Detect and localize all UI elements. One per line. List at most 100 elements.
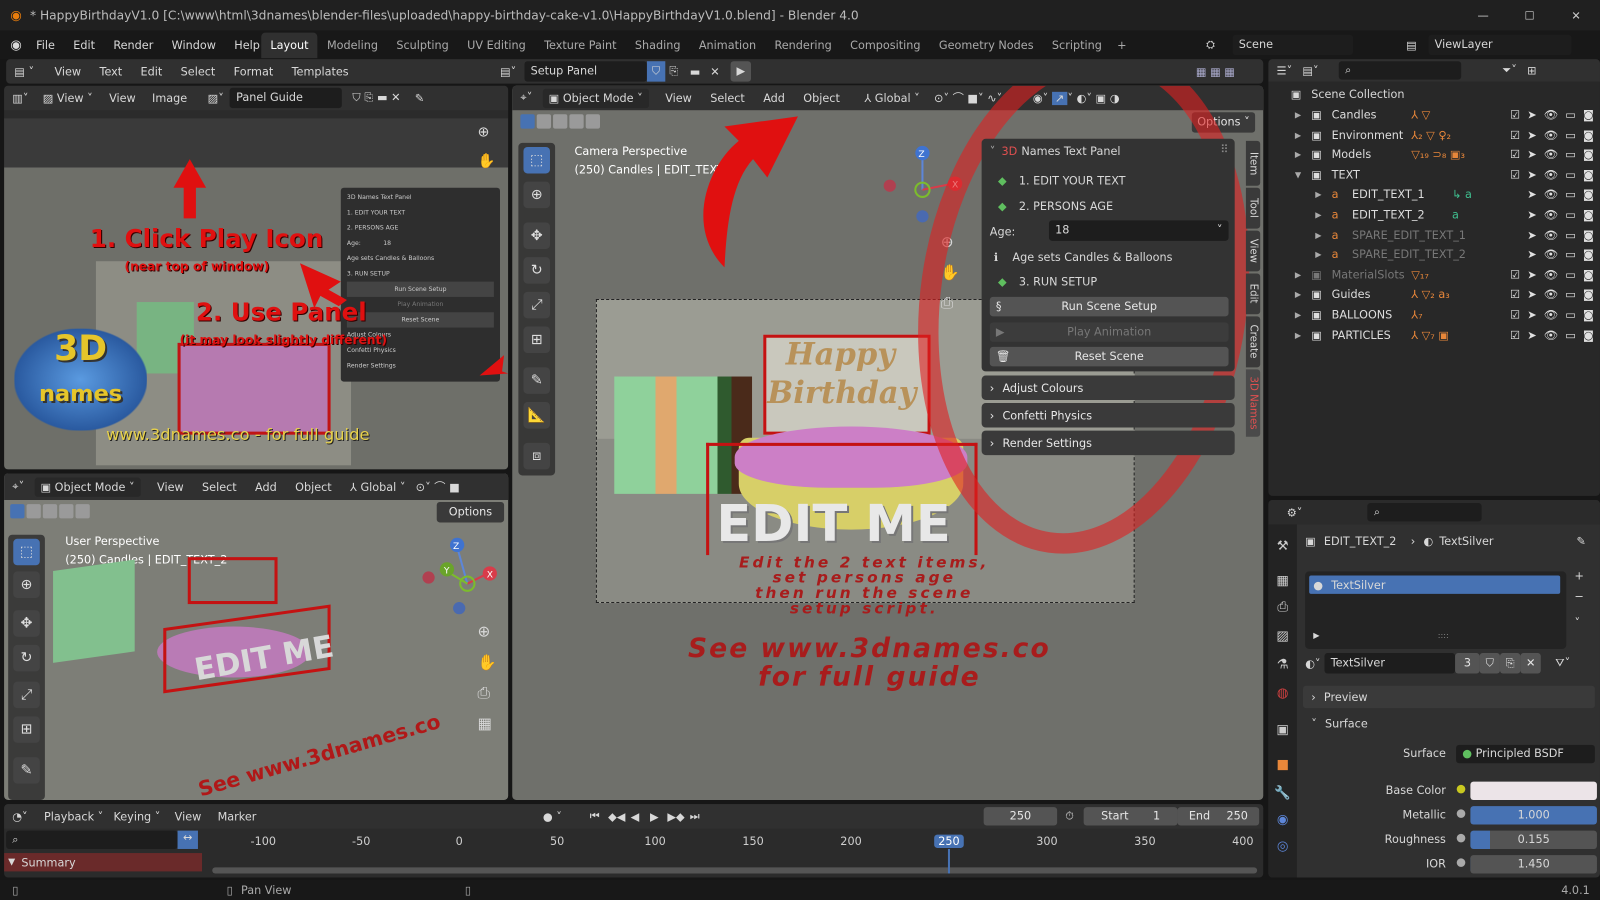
pin-icon[interactable]: ✎ xyxy=(1577,535,1586,548)
select-subtract-icon[interactable] xyxy=(42,504,58,519)
workspace-tab-shading[interactable]: Shading xyxy=(626,38,690,51)
play-reverse-button[interactable]: ◀ xyxy=(631,810,640,823)
outliner-scene-collection[interactable]: ▣ Scene Collection xyxy=(1268,85,1600,104)
selectable-icon[interactable]: ➤ xyxy=(1527,328,1536,341)
text-name-field[interactable]: Setup Panel xyxy=(524,61,647,82)
editor-type-icon[interactable]: ⚙˅ xyxy=(1287,506,1303,519)
socket-icon[interactable]: ● xyxy=(1456,782,1466,795)
exclude-checkbox[interactable]: ☑ xyxy=(1510,148,1520,161)
blender-menu-icon[interactable]: ◉ xyxy=(10,37,22,52)
next-keyframe-button[interactable]: ▶◆ xyxy=(667,810,684,823)
properties-search-input[interactable]: ⌕ xyxy=(1367,503,1483,522)
collection-tab-icon[interactable]: ▣ xyxy=(1272,722,1292,742)
render-monitor-icon[interactable]: ▭ xyxy=(1565,248,1576,261)
disclosure-closed-icon[interactable]: ▶ xyxy=(1295,270,1301,279)
workspace-tab-layout[interactable]: Layout xyxy=(261,32,318,58)
fake-user-icon[interactable]: ⛉ xyxy=(646,61,666,82)
camera-render-icon[interactable]: ◙ xyxy=(1583,308,1594,321)
transform-tool[interactable]: ⊞ xyxy=(13,716,40,743)
output-tab-icon[interactable]: ⎙ xyxy=(1272,600,1292,620)
outliner-row[interactable]: ▶ ▣ MaterialSlots ▽₁₇ ☑ ➤ 👁 ▭ ◙ xyxy=(1268,265,1600,284)
image-menu-view[interactable]: View xyxy=(109,91,136,104)
pivot-icon[interactable]: ⊙˅ ⌒ ■ xyxy=(416,479,460,495)
camera-render-icon[interactable]: ◙ xyxy=(1583,328,1594,341)
text-menu-text[interactable]: Text xyxy=(99,65,122,78)
eye-icon[interactable]: 👁 xyxy=(1544,148,1558,161)
tool-tab-icon[interactable]: ⚒ xyxy=(1272,539,1292,559)
editor-type-icon[interactable]: ☰˅ xyxy=(1277,64,1293,77)
eye-icon[interactable]: 👁 xyxy=(1544,248,1558,261)
options-button[interactable]: Options xyxy=(436,502,505,523)
end-frame-field[interactable]: End 250 xyxy=(1177,807,1260,826)
selectable-icon[interactable]: ➤ xyxy=(1527,268,1536,281)
menu-keying[interactable]: Keying ˅ xyxy=(113,810,160,823)
subpanel-render-settings[interactable]: › Render Settings xyxy=(981,430,1235,456)
exclude-checkbox[interactable]: ☑ xyxy=(1510,168,1520,181)
text-menu-select[interactable]: Select xyxy=(181,65,216,78)
socket-icon[interactable]: ● xyxy=(1456,806,1466,819)
ortho-grid-icon[interactable]: ▦ xyxy=(478,714,492,732)
new-text-icon[interactable]: ⎘ xyxy=(669,64,678,78)
cursor-tool[interactable]: ⊕ xyxy=(13,571,40,598)
play-animation-button[interactable]: ▶ Play Animation xyxy=(989,322,1229,342)
prev-keyframe-button[interactable]: ◆◀ xyxy=(608,810,625,823)
zoom-icon[interactable]: ⊕ xyxy=(478,622,491,640)
material-users-count[interactable]: 3 xyxy=(1455,653,1480,674)
disclosure-open-icon[interactable]: ▼ xyxy=(1295,170,1301,179)
jump-end-button[interactable]: ⏭ xyxy=(690,809,700,823)
navigation-gizmo[interactable]: Z X Y xyxy=(416,535,508,617)
menu-playback[interactable]: Playback ˅ xyxy=(44,810,103,823)
exclude-checkbox[interactable]: ☑ xyxy=(1510,108,1520,121)
text-datablock-icon[interactable]: ▤˅ xyxy=(500,65,516,78)
rotate-tool[interactable]: ↻ xyxy=(13,644,40,672)
socket-icon[interactable]: ● xyxy=(1456,831,1466,844)
current-frame-field[interactable]: 250 xyxy=(983,807,1058,826)
disclosure-closed-icon[interactable]: ▶ xyxy=(1315,210,1321,219)
select-tool[interactable]: ⬚ xyxy=(13,538,40,566)
material-name-field[interactable]: TextSilver xyxy=(1324,653,1456,674)
camera-render-icon[interactable]: ◙ xyxy=(1583,128,1594,141)
eye-icon[interactable]: 👁 xyxy=(1544,288,1558,301)
duplicate-material-button[interactable]: ⎘ xyxy=(1500,653,1521,674)
play-button[interactable]: ▶ xyxy=(650,810,659,823)
orientation-selector[interactable]: ⅄ Global ˅ xyxy=(350,480,405,493)
menu-file[interactable]: File xyxy=(36,38,55,51)
camera-render-icon[interactable]: ◙ xyxy=(1583,168,1594,181)
camera-render-icon[interactable]: ◙ xyxy=(1583,288,1594,301)
workspace-tab-uv-editing[interactable]: UV Editing xyxy=(458,38,535,51)
selectable-icon[interactable]: ➤ xyxy=(1527,128,1536,141)
outliner-row[interactable]: ▶ a EDIT_TEXT_1 ↳ a ➤ 👁 ▭ ◙ xyxy=(1268,185,1600,204)
stopwatch-icon[interactable]: ⏱ xyxy=(1065,809,1074,823)
age-dropdown[interactable]: 18 ˅ xyxy=(1048,220,1229,241)
camera-view-icon[interactable]: ⎙ xyxy=(478,684,490,702)
text-menu-view[interactable]: View xyxy=(54,65,81,78)
render-monitor-icon[interactable]: ▭ xyxy=(1565,168,1576,181)
world-tab-icon[interactable]: ◍ xyxy=(1272,686,1292,706)
annotate-tool[interactable]: ✎ xyxy=(13,757,40,784)
fake-user-icon[interactable]: ⛉ ⎘ ▬ ✕ xyxy=(352,91,400,105)
surface-panel-header[interactable]: ˅ Surface xyxy=(1303,712,1595,734)
workspace-tab-rendering[interactable]: Rendering xyxy=(765,38,841,51)
exclude-checkbox[interactable]: ☑ xyxy=(1510,128,1520,141)
eye-icon[interactable]: 👁 xyxy=(1544,168,1558,181)
workspace-tab-texture-paint[interactable]: Texture Paint xyxy=(535,38,626,51)
sidebar-tab-3d-names[interactable]: 3D Names xyxy=(1245,369,1261,437)
menu-edit[interactable]: Edit xyxy=(73,38,95,51)
expand-icon[interactable]: ▶ xyxy=(1313,631,1319,640)
outliner-row[interactable]: ▶ a SPARE_EDIT_TEXT_1 ➤ 👁 ▭ ◙ xyxy=(1268,225,1600,244)
minimize-button[interactable]: — xyxy=(1478,9,1489,22)
eye-icon[interactable]: 👁 xyxy=(1544,328,1558,341)
mode-selector[interactable]: ▣ Object Mode ˅ xyxy=(34,477,141,497)
browse-material-icon[interactable]: ◐˅ xyxy=(1305,657,1320,670)
render-monitor-icon[interactable]: ▭ xyxy=(1565,228,1576,241)
menu-view[interactable]: View xyxy=(175,810,202,823)
sidebar-tab-create[interactable]: Create xyxy=(1245,316,1261,368)
sidebar-tab-tool[interactable]: Tool xyxy=(1245,187,1261,229)
summary-channel[interactable]: ▼ Summary xyxy=(4,853,203,872)
menu-add[interactable]: Add xyxy=(255,480,277,493)
close-button[interactable]: ✕ xyxy=(1571,9,1580,22)
collapse-chevron-icon[interactable]: ˅ xyxy=(990,145,996,158)
disclosure-closed-icon[interactable]: ▶ xyxy=(1315,190,1321,199)
preview-panel-header[interactable]: › Preview xyxy=(1303,685,1595,709)
socket-icon[interactable]: ● xyxy=(1456,855,1466,868)
